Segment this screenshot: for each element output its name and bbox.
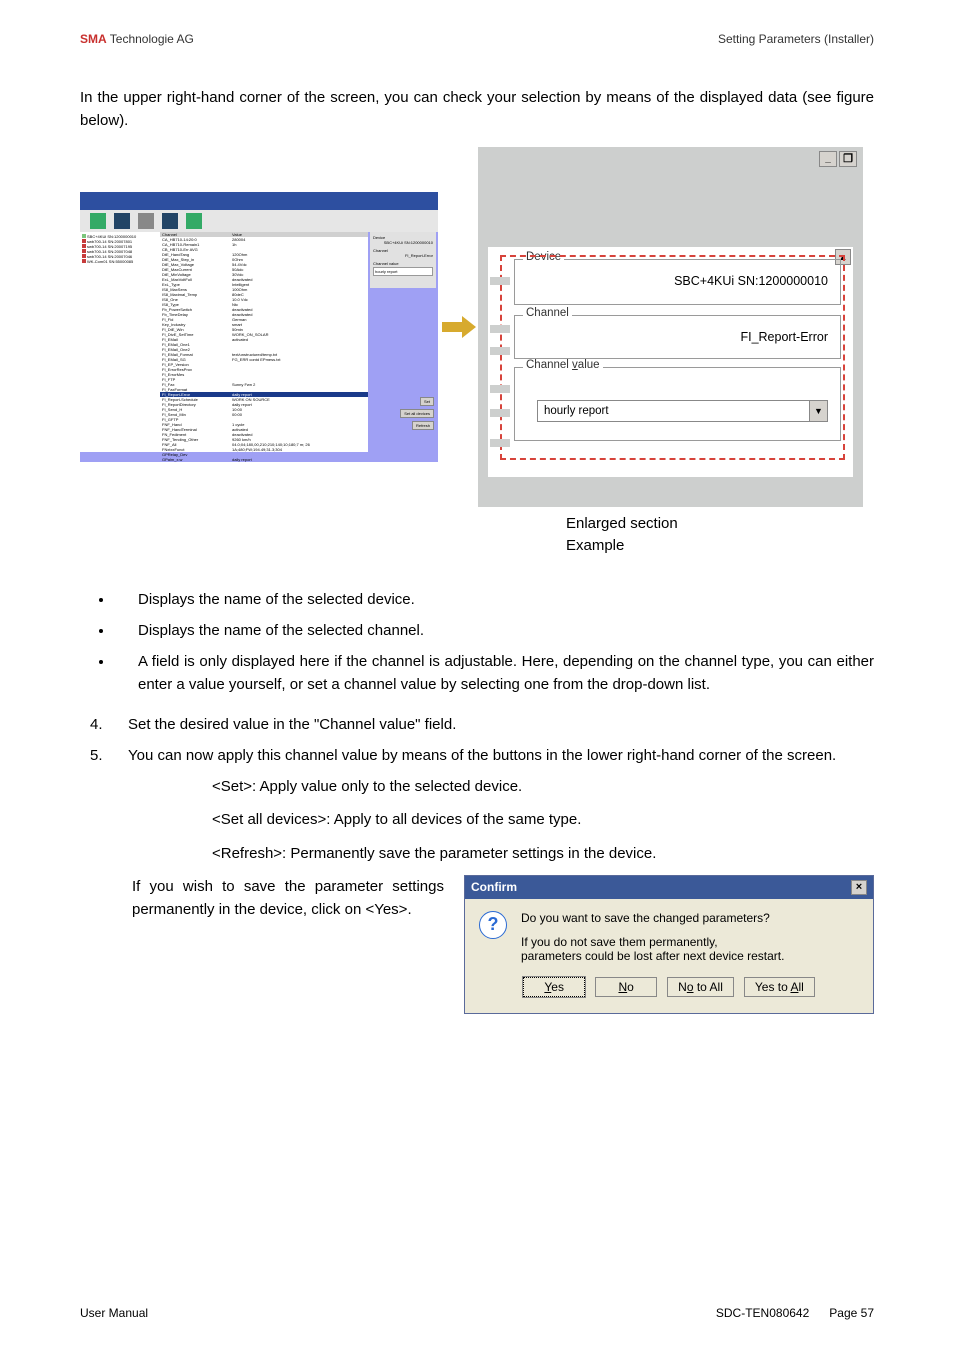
figure-caption: Enlarged section Example: [566, 513, 874, 558]
bullet-1: Displays the name of the selected device…: [114, 588, 874, 611]
refresh-button-small[interactable]: Refresh: [412, 421, 434, 430]
right-panel-small: Device SBC+4KUi SN:1200000010 Channel FI…: [370, 232, 436, 288]
sub-setall: <Set all devices>: Apply to all devices …: [212, 808, 874, 831]
channel-fieldset: Channel FI_Report-Error: [514, 315, 841, 359]
channel-value-fieldset: Channel value hourly report ▼: [514, 367, 841, 441]
yes-to-all-button[interactable]: Yes to All: [744, 977, 815, 997]
device-fieldset: Device SBC+4KUi SN:1200000010: [514, 259, 841, 305]
toolbar-icon-2: [114, 213, 130, 229]
device-value: SBC+4KUi SN:1200000010: [674, 274, 828, 288]
set-all-button-small[interactable]: Set all devices: [400, 409, 434, 418]
no-button[interactable]: No: [595, 977, 657, 997]
footer-page-number: 57: [861, 1306, 874, 1320]
toolbar-icon-4: [162, 213, 178, 229]
footer-left: User Manual: [80, 1306, 148, 1320]
toolbar-icon-5: [186, 213, 202, 229]
channel-value: FI_Report-Error: [740, 330, 828, 344]
no-to-all-button[interactable]: No to All: [667, 977, 734, 997]
sub-refresh: <Refresh>: Permanently save the paramete…: [212, 842, 874, 865]
brand-rest: Technologie AG: [107, 32, 194, 46]
confirm-title: Confirm: [471, 880, 517, 894]
toolbar-icon-1: [90, 213, 106, 229]
sub-set: <Set>: Apply value only to the selected …: [212, 775, 874, 798]
maximize-icon[interactable]: ❐: [839, 151, 857, 167]
page-header: SMA Technologie AG Setting Parameters (I…: [80, 32, 874, 46]
minimize-icon[interactable]: _: [819, 151, 837, 167]
enlarged-panel: _ ❐ ▲ Device SBC+4KUi SN:1200000010 Chan…: [478, 147, 863, 507]
callout-arrow: [438, 312, 478, 342]
toolbar-icon-3: [138, 213, 154, 229]
confirm-msg-2: If you do not save them permanently, par…: [521, 935, 784, 963]
bullet-3: A field is only displayed here if the ch…: [114, 650, 874, 697]
channel-value-dropdown[interactable]: hourly report ▼: [537, 400, 828, 422]
step-4: 4. Set the desired value in the "Channel…: [80, 713, 874, 736]
main-screenshot: SBC+4KUi SN:1200000010swb700-14 SN:20007…: [80, 192, 438, 462]
yes-button[interactable]: Yes: [523, 977, 585, 997]
confirm-msg-1: Do you want to save the changed paramete…: [521, 911, 784, 925]
set-button-small[interactable]: Set: [420, 397, 434, 406]
close-icon[interactable]: ×: [851, 880, 867, 895]
bullet-2: Displays the name of the selected channe…: [114, 619, 874, 642]
step-5: 5. You can now apply this channel value …: [80, 744, 874, 767]
footer-page-label: Page: [829, 1306, 860, 1320]
bullet-list: Displays the name of the selected device…: [114, 588, 874, 697]
channel-value-legend: Channel value: [523, 359, 603, 371]
chevron-down-icon[interactable]: ▼: [809, 401, 827, 421]
brand-bold: SMA: [80, 32, 107, 46]
footer-doc-id: SDC-TEN080642: [716, 1306, 809, 1320]
device-legend: Device: [523, 251, 564, 263]
save-note: If you wish to save the parameter settin…: [132, 875, 444, 922]
page-footer: User Manual SDC-TEN080642 Page 57: [80, 1306, 874, 1320]
dropdown-selected: hourly report: [544, 405, 609, 417]
header-right: Setting Parameters (Installer): [718, 32, 874, 46]
question-icon: ?: [479, 911, 507, 939]
intro-paragraph: In the upper right-hand corner of the sc…: [80, 86, 874, 133]
confirm-dialog: Confirm × ? Do you want to save the chan…: [464, 875, 874, 1014]
channel-legend: Channel: [523, 307, 572, 319]
